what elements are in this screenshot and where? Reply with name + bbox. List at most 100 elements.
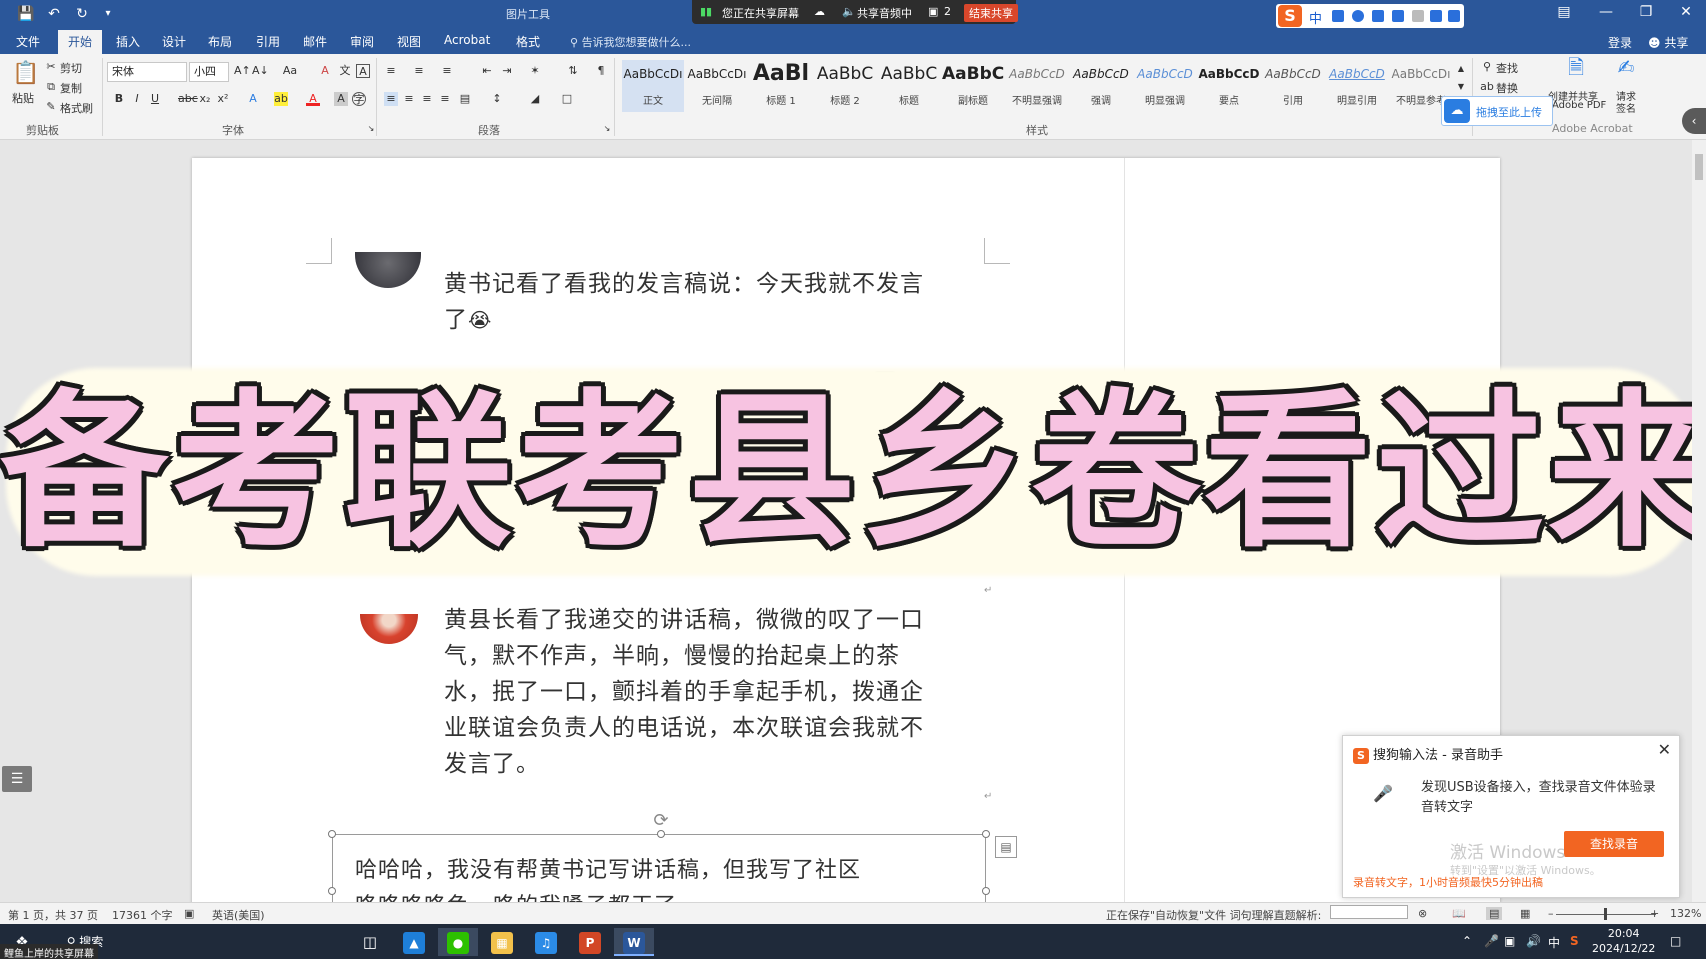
restore-icon[interactable]: ❐	[1634, 4, 1658, 20]
subscript-icon[interactable]: x₂	[198, 92, 212, 106]
phonetic-guide-icon[interactable]: 文	[338, 64, 352, 78]
text-effects-icon[interactable]: A	[246, 92, 260, 106]
sort-icon[interactable]: ⇅	[566, 64, 580, 78]
shrink-font-icon[interactable]: A↓	[252, 64, 269, 78]
font-size-select[interactable]: 小四	[189, 62, 229, 82]
align-center-icon[interactable]: ≡	[402, 92, 416, 106]
resize-handle[interactable]	[982, 887, 990, 895]
toolbox-icon[interactable]	[1448, 10, 1460, 22]
align-right-icon[interactable]: ≡	[420, 92, 434, 106]
ribbon-display-icon[interactable]: ▤	[1552, 4, 1576, 20]
find-recording-button[interactable]: 查找录音	[1564, 831, 1664, 857]
char-shading-icon[interactable]: A	[334, 92, 348, 106]
scrollbar-thumb[interactable]	[1695, 154, 1703, 180]
post-text-2[interactable]: 黄县长看了我递交的讲话稿，微微的叹了一口 气，默不作声，半晌，慢慢的抬起桌上的茶…	[444, 602, 964, 782]
vertical-scrollbar[interactable]	[1692, 140, 1706, 902]
style-title[interactable]: AaBbC 标题	[878, 60, 940, 112]
style-intense-quote[interactable]: AaBbCcD 明显引用	[1326, 60, 1388, 112]
format-painter-button[interactable]: 格式刷	[60, 100, 93, 116]
ime-mode[interactable]: 中	[1309, 8, 1322, 27]
multilevel-list-icon[interactable]: ≡	[440, 64, 454, 78]
style-intense-emphasis[interactable]: AaBbCcD 明显强调	[1134, 60, 1196, 112]
strikethrough-icon[interactable]: abc	[178, 92, 198, 106]
cut-icon[interactable]: ✂	[44, 60, 58, 74]
customize-qat-icon[interactable]: ▾	[98, 4, 118, 24]
increase-indent-icon[interactable]: ⇥	[500, 64, 514, 78]
read-mode-icon[interactable]: 📖	[1452, 907, 1466, 920]
undo-icon[interactable]: ↶	[44, 4, 64, 24]
emoji-icon[interactable]	[1352, 10, 1364, 22]
keyboard-icon[interactable]	[1392, 10, 1404, 22]
paste-icon[interactable]: 📋	[12, 60, 39, 88]
voice-icon[interactable]	[1372, 10, 1384, 22]
gallery-up-icon[interactable]: ▲	[1454, 62, 1468, 76]
resize-handle[interactable]	[657, 830, 665, 838]
collapse-panel-icon[interactable]: ‹	[1682, 108, 1706, 134]
cut-button[interactable]: 剪切	[60, 60, 82, 76]
tab-review[interactable]: 审阅	[350, 33, 374, 50]
word-count[interactable]: 17361 个字	[112, 907, 173, 923]
print-layout-icon[interactable]: ▤	[1486, 907, 1503, 920]
cancel-save-icon[interactable]: ⊗	[1418, 907, 1427, 920]
grow-font-icon[interactable]: A↑	[234, 64, 251, 78]
taskbar-clock[interactable]: 20:04 2024/12/22	[1592, 926, 1655, 956]
file-explorer-icon[interactable]: ▦	[482, 928, 522, 956]
distributed-icon[interactable]: ▤	[458, 92, 472, 106]
bold-icon[interactable]: B	[112, 92, 126, 106]
user-icon[interactable]	[1412, 10, 1424, 22]
paste-button[interactable]: 粘贴	[12, 90, 34, 106]
tell-me-search[interactable]: ⚲ 告诉我您想要做什么...	[570, 34, 691, 50]
style-no-spacing[interactable]: AaBbCcDı 无间隔	[686, 60, 748, 112]
replace-icon[interactable]: ab	[1480, 80, 1494, 94]
line-spacing-icon[interactable]: ↕	[490, 92, 504, 106]
minimize-icon[interactable]: —	[1594, 4, 1618, 20]
tray-ime-indicator[interactable]: 中	[1548, 934, 1560, 951]
zoom-in-icon[interactable]: +	[1650, 907, 1659, 920]
save-icon[interactable]: 💾	[16, 4, 36, 24]
login-link[interactable]: 登录	[1608, 34, 1632, 51]
share-button[interactable]: ☻ 共享	[1648, 34, 1688, 51]
audio-share-status[interactable]: 共享音频中	[857, 5, 912, 21]
enclose-char-icon[interactable]: 字	[352, 92, 366, 106]
end-share-button[interactable]: 结束共享	[964, 4, 1018, 22]
close-icon[interactable]: ✕	[1674, 4, 1698, 20]
powerpoint-app-icon[interactable]: P	[570, 928, 610, 956]
underline-icon[interactable]: U	[148, 92, 162, 106]
layout-options-icon[interactable]: ▤	[995, 836, 1017, 858]
copy-button[interactable]: 复制	[60, 80, 82, 96]
skin-icon[interactable]	[1430, 10, 1442, 22]
font-name-select[interactable]: 宋体	[107, 62, 187, 82]
resize-handle[interactable]	[982, 830, 990, 838]
zoom-slider-thumb[interactable]	[1604, 908, 1607, 920]
task-view-icon[interactable]: ◫	[350, 928, 390, 956]
copy-icon[interactable]: ⧉	[44, 80, 58, 94]
close-icon[interactable]: ✕	[1658, 740, 1671, 759]
justify-icon[interactable]: ≡	[438, 92, 452, 106]
adobe-pdf-label[interactable]: Adobe PDF	[1552, 100, 1606, 111]
resize-handle[interactable]	[328, 887, 336, 895]
tray-volume-icon[interactable]: 🔊	[1526, 934, 1541, 948]
tab-mailings[interactable]: 邮件	[303, 33, 327, 50]
photos-app-icon[interactable]: ▲	[394, 928, 434, 956]
drag-upload-button[interactable]: ☁ 拖拽至此上传	[1441, 96, 1553, 126]
proofing-icon[interactable]: ▣	[184, 907, 194, 920]
tab-home[interactable]: 开始	[58, 30, 103, 54]
superscript-icon[interactable]: x²	[216, 92, 230, 106]
find-button[interactable]: 查找	[1496, 60, 1518, 76]
punctuation-icon[interactable]	[1332, 10, 1344, 22]
highlight-icon[interactable]: ab	[274, 92, 288, 106]
char-border-icon[interactable]: A	[356, 64, 370, 78]
tray-sogou-icon[interactable]: S	[1570, 934, 1579, 948]
tab-design[interactable]: 设计	[162, 33, 186, 50]
zoom-level[interactable]: 132%	[1670, 907, 1701, 920]
tab-layout[interactable]: 布局	[208, 33, 232, 50]
resize-handle[interactable]	[328, 830, 336, 838]
borders-icon[interactable]: □	[560, 92, 574, 106]
music-app-icon[interactable]: ♫	[526, 928, 566, 956]
style-subtle-emphasis[interactable]: AaBbCcD 不明显强调	[1006, 60, 1068, 112]
show-marks-icon[interactable]: ¶	[594, 64, 608, 78]
tab-format[interactable]: 格式	[516, 33, 540, 50]
clear-format-icon[interactable]: A	[318, 64, 332, 78]
style-quote[interactable]: AaBbCcD 引用	[1262, 60, 1324, 112]
create-pdf-icon[interactable]: 🗎	[1564, 57, 1588, 84]
